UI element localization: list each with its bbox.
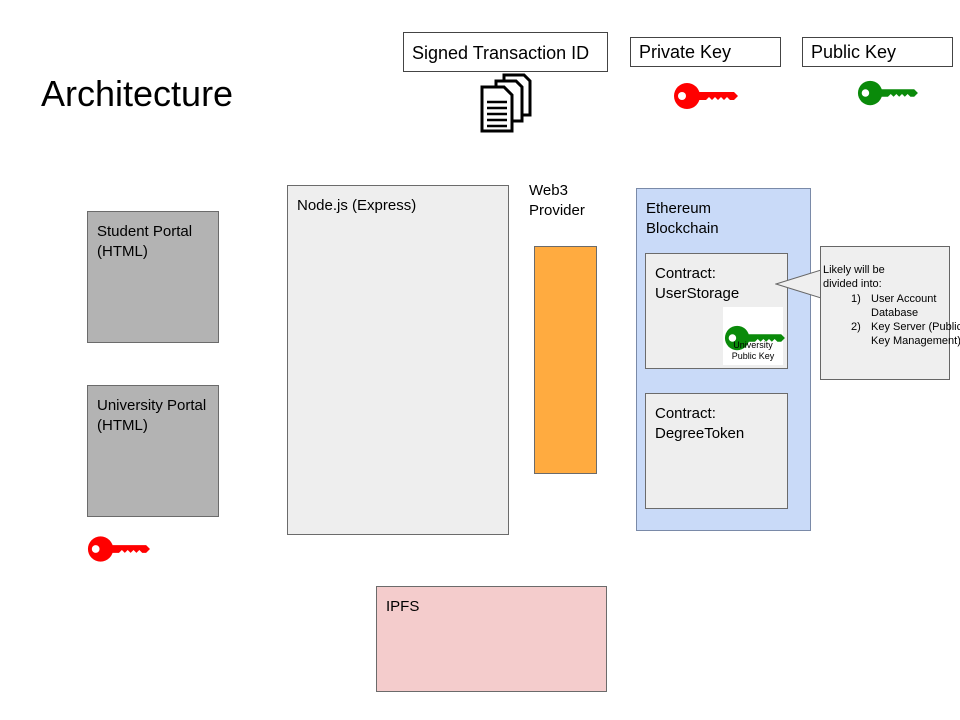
page-title: Architecture — [41, 73, 234, 114]
public-key-icon — [856, 78, 918, 113]
university-public-key-badge: University Public Key — [723, 307, 785, 365]
university-portal-box: University Portal (HTML) — [87, 385, 219, 517]
callout-intro: Likely will be divided into: — [823, 264, 885, 290]
legend-public-key-label: Public Key — [802, 37, 953, 67]
callout-item-1: 1) User Account Database — [851, 293, 937, 319]
private-key-svg — [674, 83, 738, 109]
callout-list: 1) User Account Database 2) Key Server (Pu… — [823, 292, 960, 348]
private-key-icon — [672, 80, 738, 117]
legend-private-key-label: Private Key — [630, 37, 781, 67]
callout-item-2: 2) Key Server (Public Key Management) — [851, 321, 960, 347]
student-portal-box: Student Portal (HTML) — [87, 211, 219, 343]
document-stack-icon — [478, 72, 534, 134]
callout-pointer — [775, 269, 823, 299]
callout-note: Likely will be divided into: 1) User Acco… — [820, 246, 960, 380]
ipfs-box: IPFS — [376, 586, 607, 692]
web3-provider-label: Web3 Provider — [529, 182, 585, 219]
web3-provider-box — [534, 246, 597, 474]
nodejs-server-box: Node.js (Express) — [287, 185, 509, 535]
university-public-key-label: University Public Key — [731, 340, 775, 361]
legend-signed-transaction-label: Signed Transaction ID — [403, 32, 608, 72]
degree-token-contract-box: Contract: DegreeToken — [645, 393, 788, 509]
university-private-key-icon — [86, 517, 150, 565]
